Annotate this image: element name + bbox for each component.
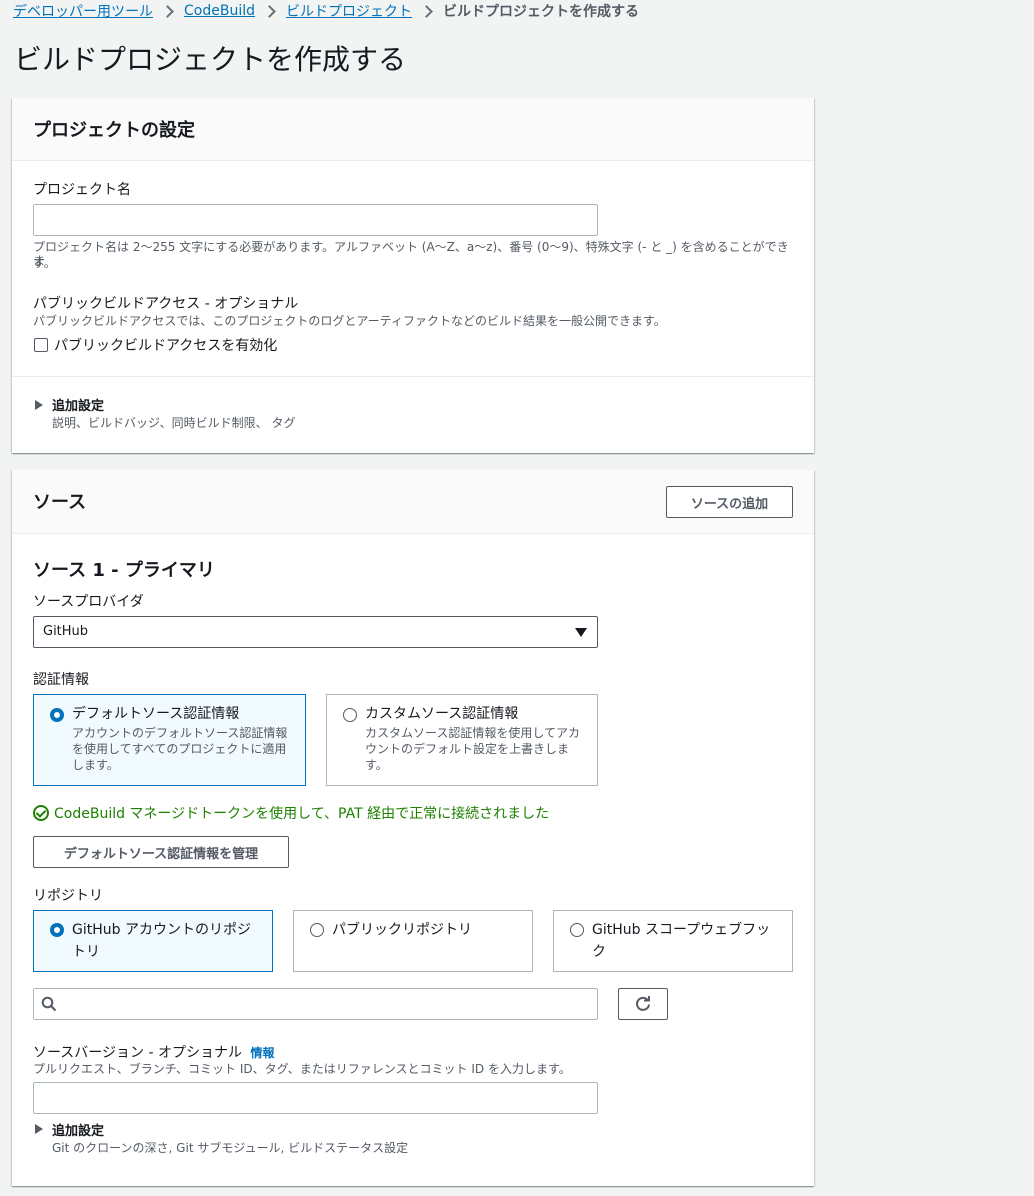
chevron-right-icon — [263, 4, 276, 18]
breadcrumb-build-projects[interactable]: ビルドプロジェクト — [286, 1, 412, 21]
refresh-button[interactable] — [618, 988, 668, 1020]
public-access-checkbox-label[interactable]: パブリックビルドアクセスを有効化 — [54, 335, 277, 355]
connection-status-text: CodeBuild マネージドトークンを使用して、PAT 経由で正常に接続されま… — [54, 806, 550, 822]
radio-button[interactable] — [343, 708, 357, 722]
radio-button[interactable] — [310, 923, 324, 937]
public-access-checkbox[interactable] — [34, 338, 48, 352]
caret-right-icon[interactable] — [35, 400, 43, 410]
info-link[interactable]: 情報 — [250, 1046, 274, 1060]
additional-settings-toggle[interactable]: 追加設定 — [52, 395, 104, 414]
source-provider-label: ソースプロバイダ — [33, 594, 144, 610]
breadcrumb-codebuild[interactable]: CodeBuild — [184, 3, 255, 19]
repository-option-label: GitHub スコープウェブフッ — [592, 922, 771, 938]
chevron-right-icon — [161, 4, 174, 18]
breadcrumb-current: ビルドプロジェクトを作成する — [442, 4, 639, 20]
source-title: ソース — [33, 492, 87, 513]
repository-option-label: パブリックリポジトリ — [332, 922, 472, 938]
credential-option-desc: ウントのデフォルト設定を上書きしま — [365, 742, 570, 756]
source-header: ソース ソースの追加 — [12, 470, 814, 534]
source-panel: ソース ソースの追加 ソース 1 - プライマリ ソースプロバイダ GitHub… — [12, 470, 814, 1186]
caret-down-icon — [575, 628, 587, 637]
project-settings-header: プロジェクトの設定 — [12, 98, 814, 161]
repository-option-public[interactable]: パブリックリポジトリ — [293, 910, 533, 972]
primary-source-title: ソース 1 - プライマリ — [33, 560, 215, 581]
source-provider-select[interactable]: GitHub — [33, 616, 598, 648]
repository-option-label: トリ — [72, 944, 100, 960]
chevron-right-icon — [420, 4, 433, 18]
source-version-input[interactable] — [33, 1082, 598, 1114]
radio-button[interactable] — [50, 923, 64, 937]
source-version-label: ソースバージョン - オプショナル — [33, 1045, 242, 1061]
source-version-label-group: ソースバージョン - オプショナル 情報 — [33, 1042, 274, 1062]
source-additional-settings-desc: Git のクローンの深さ, Git サブモジュール, ビルドステータス設定 — [52, 1141, 409, 1155]
repository-label: リポジトリ — [33, 888, 103, 904]
breadcrumb-developer-tools[interactable]: デベロッパー用ツール — [13, 1, 153, 21]
search-icon — [41, 996, 57, 1012]
breadcrumb: デベロッパー用ツール CodeBuild ビルドプロジェクト ビルドプロジェクト… — [13, 0, 639, 22]
divider — [12, 376, 814, 377]
credential-option-default[interactable]: デフォルトソース認証情報 アカウントのデフォルトソース認証情報 を使用してすべて… — [33, 694, 306, 786]
source-version-desc: プルリクエスト、ブランチ、コミット ID、タグ、またはリファレンスとコミット I… — [33, 1062, 571, 1076]
project-settings-title: プロジェクトの設定 — [33, 120, 195, 141]
project-name-input[interactable] — [33, 204, 598, 236]
credential-option-desc: す。 — [365, 758, 388, 772]
credentials-label: 認証情報 — [33, 672, 89, 688]
caret-right-icon[interactable] — [35, 1124, 43, 1134]
additional-settings-desc: 説明、ビルドバッジ、同時ビルド制限、 タグ — [52, 416, 296, 430]
credential-option-desc: します。 — [72, 758, 119, 772]
source-additional-settings-toggle[interactable]: 追加設定 — [52, 1120, 104, 1139]
project-name-hint-line1: プロジェクト名は 2〜255 文字にする必要があります。アルファベット (A〜Z… — [33, 240, 789, 268]
public-access-desc: パブリックビルドアクセスでは、このプロジェクトのログとアーティファクトなどのビル… — [33, 314, 666, 328]
manage-credentials-button[interactable]: デフォルトソース認証情報を管理 — [33, 836, 289, 868]
public-access-label: パブリックビルドアクセス - オプショナル — [33, 296, 299, 312]
repository-option-webhook[interactable]: GitHub スコープウェブフッ ク — [553, 910, 793, 972]
project-name-label: プロジェクト名 — [33, 182, 131, 198]
repository-search-input[interactable] — [33, 988, 598, 1020]
credential-option-custom[interactable]: カスタムソース認証情報 カスタムソース認証情報を使用してアカ ウントのデフォルト… — [326, 694, 598, 786]
repository-option-label: ク — [592, 944, 606, 960]
credential-option-label: デフォルトソース認証情報 — [72, 706, 240, 722]
project-settings-panel: プロジェクトの設定 プロジェクト名 プロジェクト名は 2〜255 文字にする必要… — [12, 98, 814, 453]
page-title: ビルドプロジェクトを作成する — [14, 43, 407, 76]
radio-button[interactable] — [50, 708, 64, 722]
check-circle-icon — [33, 805, 49, 821]
repository-option-label: GitHub アカウントのリポジ — [72, 922, 251, 938]
credential-option-label: カスタムソース認証情報 — [365, 706, 519, 722]
refresh-icon — [636, 996, 650, 1011]
add-source-button[interactable]: ソースの追加 — [666, 486, 793, 518]
repository-option-github-account[interactable]: GitHub アカウントのリポジ トリ — [33, 910, 273, 972]
connection-status: CodeBuild マネージドトークンを使用して、PAT 経由で正常に接続されま… — [33, 803, 549, 823]
project-name-hint-line2: す。 — [33, 256, 56, 270]
radio-button[interactable] — [570, 923, 584, 937]
source-provider-value: GitHub — [43, 624, 89, 639]
